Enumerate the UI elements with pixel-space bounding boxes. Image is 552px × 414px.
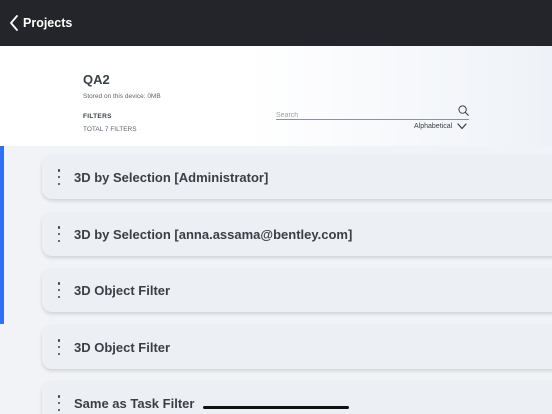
storage-info: Stored on this device: 0MB bbox=[83, 93, 161, 100]
more-vertical-icon[interactable] bbox=[54, 339, 64, 355]
top-bar: Projects bbox=[0, 0, 552, 46]
more-vertical-icon[interactable] bbox=[54, 282, 64, 298]
chevron-left-icon bbox=[10, 15, 18, 31]
search-field bbox=[276, 104, 469, 123]
filter-row[interactable]: Same as Task Filter bbox=[42, 381, 552, 414]
chevron-down-icon bbox=[457, 123, 467, 130]
filters-count: TOTAL 7 FILTERS bbox=[83, 126, 137, 133]
back-button-label: Projects bbox=[23, 16, 73, 30]
more-vertical-icon[interactable] bbox=[54, 395, 64, 411]
sort-label: Alphabetical bbox=[414, 123, 453, 130]
sort-dropdown[interactable]: Alphabetical bbox=[414, 123, 467, 130]
selection-accent-bar bbox=[0, 146, 4, 324]
filter-row[interactable]: 3D by Selection [Administrator] bbox=[42, 155, 552, 199]
filter-row[interactable]: 3D Object Filter bbox=[42, 268, 552, 312]
search-input[interactable] bbox=[276, 108, 451, 123]
filter-row-label: Same as Task Filter bbox=[74, 395, 195, 411]
filter-row-label: 3D Object Filter bbox=[74, 339, 171, 355]
project-header: QA2 Stored on this device: 0MB FILTERS T… bbox=[0, 46, 552, 146]
filter-row[interactable]: 3D by Selection [anna.assama@bentley.com… bbox=[42, 212, 552, 256]
home-indicator[interactable] bbox=[203, 406, 349, 409]
more-vertical-icon[interactable] bbox=[54, 169, 64, 185]
filter-row-label: 3D by Selection [Administrator] bbox=[74, 169, 269, 185]
more-vertical-icon[interactable] bbox=[54, 226, 64, 242]
filters-heading: FILTERS bbox=[83, 113, 112, 120]
project-title: QA2 bbox=[83, 72, 110, 87]
search-icon[interactable] bbox=[458, 105, 469, 116]
filter-row-label: 3D Object Filter bbox=[74, 282, 171, 298]
back-button[interactable]: Projects bbox=[0, 0, 72, 46]
filter-row[interactable]: 3D Object Filter bbox=[42, 325, 552, 369]
filter-row-label: 3D by Selection [anna.assama@bentley.com… bbox=[74, 226, 353, 242]
